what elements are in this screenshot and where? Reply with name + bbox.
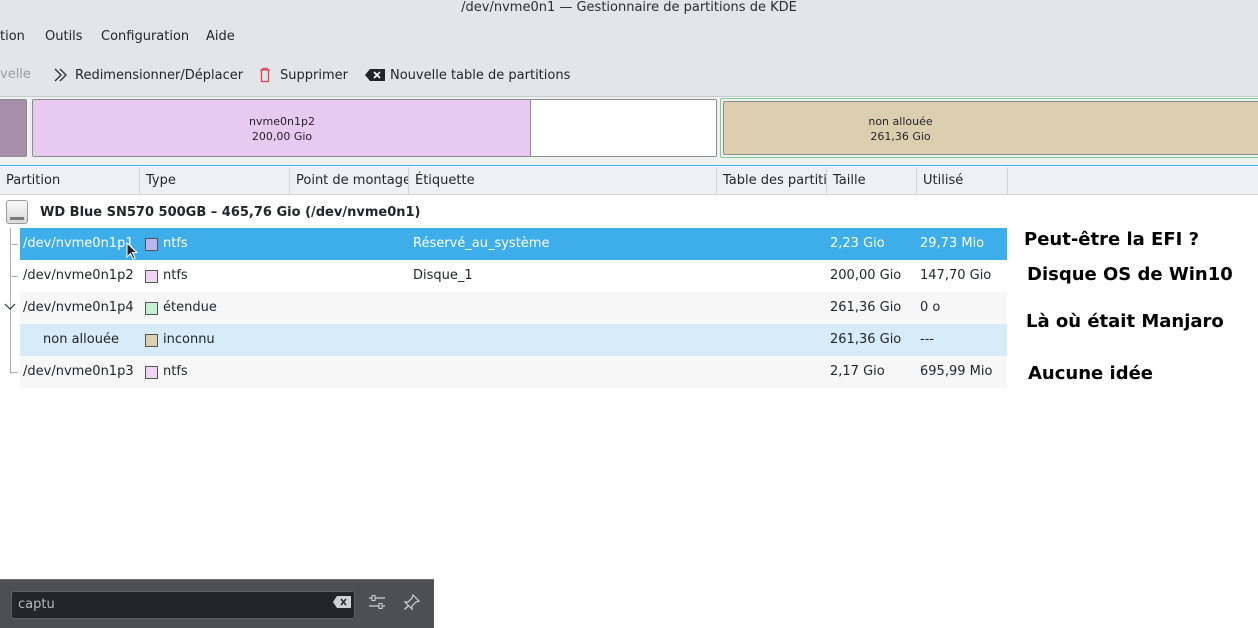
new-partition-table-label: Nouvelle table de partitions [390,67,571,83]
settings-sliders-icon[interactable] [366,593,388,615]
partition-used: 695,99 Mio [920,364,993,379]
toolbar: velle Redimensionner/Déplacer Supprimer … [0,54,1258,97]
partition-segment-unallocated[interactable]: non allouée 261,36 Gio [723,101,1258,155]
partition-color-swatch [145,334,158,347]
delete-button[interactable]: Supprimer [257,67,348,83]
tree-line [10,244,18,245]
partition-size: 261,36 Gio [830,300,902,315]
tree-line [10,276,18,277]
partition-type: ntfs [163,236,188,251]
partition-segment-p2-size: 200,00 Gio [251,130,313,143]
partition-type: ntfs [163,268,188,283]
annotation-win10: Disque OS de Win10 [1027,264,1233,285]
partition-used: 29,73 Mio [920,236,985,251]
partition-type: inconnu [163,332,215,347]
partition-name: /dev/nvme0n1p2 [23,268,134,283]
column-mount-point[interactable]: Point de montage [290,167,409,195]
resize-icon [52,67,70,83]
table-header: Partition Type Point de montage Étiquett… [0,167,1258,195]
menubar: tion Outils Configuration Aide [0,20,1258,54]
resize-move-label: Redimensionner/Déplacer [75,67,244,83]
table-row[interactable]: /dev/nvme0n1p1 ntfs Réservé_au_système 2… [20,228,1007,260]
partition-used: --- [920,332,935,347]
device-row[interactable]: WD Blue SN570 500GB – 465,76 Gio (/dev/n… [6,198,420,226]
trash-icon [257,67,275,83]
column-partition[interactable]: Partition [0,167,140,195]
column-size[interactable]: Taille [827,167,917,195]
partition-type: ntfs [163,364,188,379]
mouse-cursor-icon [126,242,138,260]
annotation-unknown: Aucune idée [1028,363,1153,384]
partition-name: /dev/nvme0n1p1 [23,236,134,251]
search-panel: captu [0,579,434,628]
partition-type: étendue [163,300,217,315]
partition-label: Réservé_au_système [413,236,550,251]
partition-used: 147,70 Gio [920,268,992,283]
partition-name: /dev/nvme0n1p3 [23,364,134,379]
partition-size: 200,00 Gio [830,268,902,283]
delete-label: Supprimer [280,67,348,83]
column-partition-table[interactable]: Table des partiti [717,167,827,195]
partition-label: Disque_1 [413,268,473,283]
window-title: /dev/nvme0n1 — Gestionnaire de partition… [0,0,1258,20]
partition-segment-p2-name: nvme0n1p2 [249,115,315,128]
table-row[interactable]: /dev/nvme0n1p2 ntfs Disque_1 200,00 Gio … [20,260,1007,292]
partition-size: 261,36 Gio [830,332,902,347]
table-row[interactable]: non allouée inconnu 261,36 Gio --- [20,324,1007,356]
column-type[interactable]: Type [140,167,290,195]
extended-partition-frame[interactable]: non allouée 261,36 Gio [720,98,1258,158]
menu-partition[interactable]: tion [0,29,25,44]
menu-help[interactable]: Aide [206,29,235,44]
search-input[interactable]: captu [11,591,355,619]
new-partition-table-button[interactable]: Nouvelle table de partitions [364,67,570,83]
column-used[interactable]: Utilisé [917,167,1008,195]
partition-color-swatch [145,366,158,379]
partition-segment-p1[interactable] [0,99,27,157]
partition-segment-unallocated-size: 261,36 Gio [870,130,931,143]
pin-icon[interactable] [401,593,423,615]
annotation-efi: Peut-être la EFI ? [1024,229,1200,250]
partition-name: non allouée [43,332,119,347]
chevron-down-icon[interactable] [4,301,16,316]
partition-color-swatch [145,270,158,283]
new-button[interactable]: velle [0,67,31,82]
resize-move-button[interactable]: Redimensionner/Déplacer [52,67,243,83]
partition-used: 0 o [920,300,941,315]
clear-input-icon[interactable] [330,593,354,615]
new-button-label: velle [0,67,31,82]
annotation-manjaro: Là où était Manjaro [1026,311,1224,332]
clear-table-icon [364,67,386,83]
partition-color-swatch [145,302,158,315]
table-row[interactable]: /dev/nvme0n1p3 ntfs 2,17 Gio 695,99 Mio [20,356,1007,388]
column-label[interactable]: Étiquette [409,167,717,195]
tree-line [10,372,18,373]
partition-size: 2,23 Gio [830,236,885,251]
menu-configuration[interactable]: Configuration [101,29,189,44]
menu-tools[interactable]: Outils [45,29,83,44]
partition-segment-p2[interactable]: nvme0n1p2 200,00 Gio [32,99,717,157]
partition-name: /dev/nvme0n1p4 [23,300,134,315]
hard-disk-icon [6,200,28,224]
partition-segment-unallocated-name: non allouée [868,115,933,128]
partition-color-swatch [145,238,158,251]
partition-bar: nvme0n1p2 200,00 Gio non allouée 261,36 … [0,97,1258,166]
table-row[interactable]: /dev/nvme0n1p4 étendue 261,36 Gio 0 o [4,292,1007,324]
partition-size: 2,17 Gio [830,364,885,379]
device-label: WD Blue SN570 500GB – 465,76 Gio (/dev/n… [40,204,421,220]
